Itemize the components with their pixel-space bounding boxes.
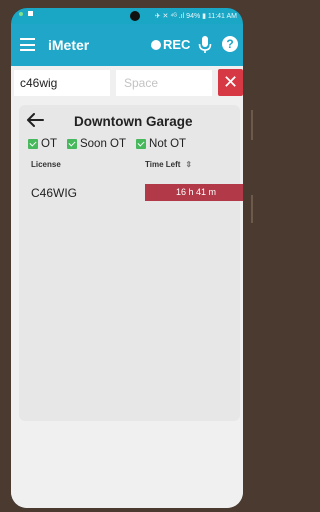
notification-dot-icon [19,11,23,16]
filter-not-ot-label: Not OT [149,138,187,150]
record-label: REC [163,37,191,52]
column-header-license[interactable]: License [31,160,61,169]
empty-area [11,426,243,508]
sort-icon[interactable]: ⇕ [185,160,192,169]
app-bar: iMeter REC ? [11,24,243,66]
filter-soon-ot-label: Soon OT [79,138,127,150]
filter-not-ot[interactable]: Not OT [136,138,186,150]
license-input[interactable] [14,70,110,96]
filter-soon-ot[interactable]: Soon OT [66,138,127,150]
notification-square-icon [28,11,33,16]
back-arrow-icon[interactable] [26,113,44,127]
search-row: ✕ [11,66,243,100]
garage-title: Downtown Garage [74,114,193,129]
row-license: C46WIG [31,186,78,200]
hamburger-icon[interactable] [20,38,35,51]
filter-ot-label: OT [41,138,57,150]
status-bar: ✈ ✕ ⁴ᴳ .ıl 94% ▮ 11:41 AM [11,8,243,24]
phone-side-button [251,110,253,140]
checkbox-checked-icon[interactable] [66,139,77,149]
table-row[interactable]: C46WIG 16 h 41 m [19,180,243,206]
checkbox-checked-icon[interactable] [136,139,147,149]
main-content: ✕ Downtown Garage OT Soon OT Not OT [11,66,243,508]
front-camera [130,11,140,21]
column-header-time-left-label: Time Left [145,160,181,169]
app-title: iMeter [48,37,90,53]
row-time-left: 16 h 41 m [145,184,243,201]
column-header-time-left[interactable]: Time Left ⇕ [145,160,192,169]
help-icon[interactable]: ? [222,36,238,52]
filter-ot[interactable]: OT [28,138,57,150]
record-button[interactable]: REC [151,37,190,52]
checkbox-checked-icon[interactable] [28,139,38,149]
microphone-icon[interactable] [198,36,212,54]
space-input[interactable] [116,70,212,96]
status-notifications [19,11,33,16]
phone-screen: ✈ ✕ ⁴ᴳ .ıl 94% ▮ 11:41 AM iMeter REC ? ✕… [11,8,243,508]
filter-group: OT Soon OT Not OT [28,138,186,150]
phone-side-button [251,195,253,223]
garage-card: Downtown Garage OT Soon OT Not OT Licens… [19,105,243,421]
record-dot-icon [151,39,161,50]
status-right-text: ✈ ✕ ⁴ᴳ .ıl 94% ▮ 11:41 AM [154,13,237,20]
clear-button[interactable]: ✕ [218,69,243,96]
